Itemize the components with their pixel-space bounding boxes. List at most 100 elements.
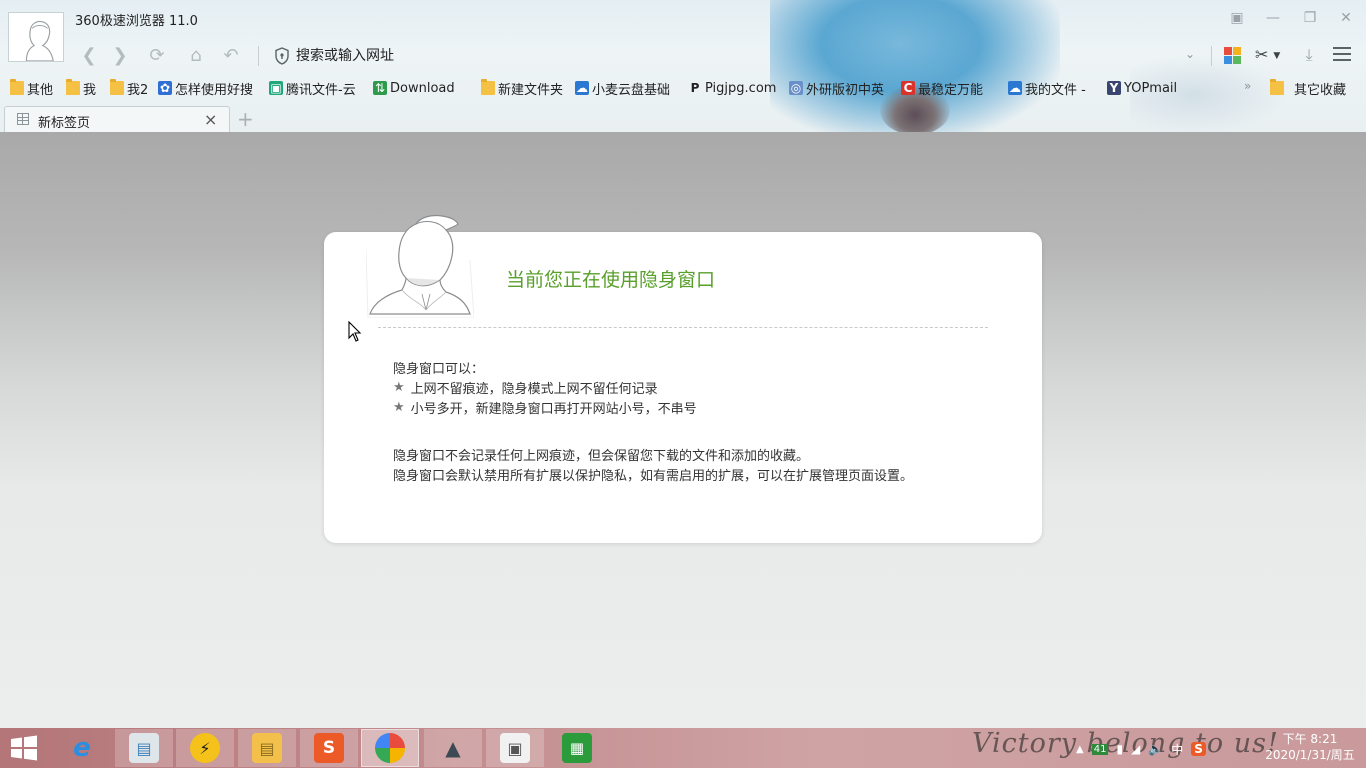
- shield-icon[interactable]: [274, 47, 290, 65]
- taskbar-app-internet-explorer[interactable]: e: [53, 729, 111, 767]
- menu-icon[interactable]: [1333, 47, 1351, 63]
- bookmark-item[interactable]: ◎ 外研版初中英: [789, 77, 884, 99]
- folder-icon: [481, 79, 495, 95]
- new-tab-plus-icon[interactable]: +: [237, 107, 254, 131]
- p-letter-icon: P: [690, 81, 700, 95]
- taskbar-app-360-browser[interactable]: [361, 729, 419, 767]
- battery-icon[interactable]: ▮: [1116, 742, 1123, 756]
- bookmark-item[interactable]: 我2: [110, 77, 148, 99]
- taskbar-app-file-explorer[interactable]: ▤: [238, 729, 296, 767]
- volume-icon[interactable]: 🔈: [1148, 742, 1163, 756]
- taskbar-app-mountain[interactable]: ▲: [424, 729, 482, 767]
- user-avatar[interactable]: [8, 12, 64, 62]
- feature-item: ★ 小号多开，新建隐身窗口再打开网站小号，不串号: [393, 398, 697, 417]
- yopmail-icon: Y: [1107, 81, 1121, 95]
- window-title: 360极速浏览器 11.0: [75, 14, 198, 29]
- bookmark-label: 我: [83, 82, 97, 98]
- sogou-s-icon: S: [314, 733, 344, 763]
- bookmark-item[interactable]: 新建文件夹: [481, 77, 563, 99]
- back-arrow-icon[interactable]: ❮: [78, 45, 100, 67]
- download-icon[interactable]: ⤓: [1299, 45, 1319, 65]
- taskbar-app-resource-monitor[interactable]: ▤: [115, 729, 173, 767]
- browser-chrome: 360极速浏览器 11.0 ▣ — ❐ ✕ ❮ ❯ ⟳ ⌂ ↶ ⌄ ✂▼ ⤓ 其…: [0, 0, 1366, 132]
- bookmark-label: 怎样使用好搜: [175, 82, 254, 98]
- minimize-button[interactable]: —: [1265, 10, 1281, 26]
- undo-close-icon[interactable]: ↶: [220, 45, 242, 67]
- tab-new-tab[interactable]: 新标签页 ×: [4, 106, 230, 132]
- bookmarks-bar: 其他 我 我2 ✿ 怎样使用好搜 ▣ 腾讯文件-云 ⇅ Download 新建文…: [0, 77, 1366, 99]
- grid-icon: [17, 113, 29, 125]
- bookmark-item[interactable]: ▣ 腾讯文件-云: [269, 77, 356, 99]
- forward-arrow-icon[interactable]: ❯: [109, 45, 131, 67]
- extensions-note: 隐身窗口会默认禁用所有扩展以保护隐私，如有需启用的扩展，可以在扩展管理页面设置。: [393, 469, 914, 484]
- monitor-chart-icon: ▤: [129, 733, 159, 763]
- download-site-icon: ⇅: [373, 81, 387, 95]
- bookmark-item[interactable]: P Pigjpg.com: [688, 77, 777, 99]
- folder-icon: [66, 79, 80, 95]
- tab-close-icon[interactable]: ×: [204, 110, 217, 129]
- ime-indicator[interactable]: 中: [1171, 741, 1183, 758]
- bookmark-label: 腾讯文件-云: [286, 82, 356, 98]
- bookmark-label: YOPmail: [1124, 80, 1178, 96]
- cloud-icon: ☁: [1008, 81, 1022, 95]
- bookmark-label: 小麦云盘基础: [592, 82, 671, 98]
- bookmark-label: 其他: [27, 82, 54, 98]
- dashed-divider: [378, 327, 988, 328]
- bookmark-item[interactable]: ⇅ Download: [373, 77, 455, 99]
- tab-label: 新标签页: [38, 116, 91, 131]
- feature-item: ★ 上网不留痕迹，隐身模式上网不留任何记录: [393, 378, 658, 397]
- taskbar-app-speed[interactable]: ⚡: [176, 729, 234, 767]
- incognito-page: 当前您正在使用隐身窗口 隐身窗口可以： ★ 上网不留痕迹，隐身模式上网不留任何记…: [0, 132, 1366, 728]
- bookmark-label: Pigjpg.com: [705, 80, 777, 96]
- bookmark-item[interactable]: 其他: [10, 77, 53, 99]
- sogou-tray-icon[interactable]: S: [1191, 742, 1206, 756]
- skin-shirt-icon[interactable]: ▣: [1229, 10, 1245, 26]
- screenshot-scissors-icon[interactable]: ✂ ▼: [1255, 45, 1289, 65]
- folder-icon: [1270, 79, 1284, 95]
- address-bar-input[interactable]: [296, 45, 1176, 67]
- tray-overflow-chevron-icon[interactable]: ▲: [1076, 744, 1084, 755]
- features-heading: 隐身窗口可以：: [393, 362, 485, 377]
- bookmark-label: Download: [390, 80, 455, 96]
- lightning-icon: ⚡: [190, 733, 220, 763]
- taskbar-app-remote-desktop[interactable]: ▣: [486, 729, 544, 767]
- bookmarks-overflow-chevron-icon[interactable]: »: [1244, 79, 1251, 93]
- folder-icon: [110, 79, 124, 95]
- close-button[interactable]: ✕: [1338, 10, 1354, 26]
- bookmark-item[interactable]: ☁ 我的文件 -: [1008, 77, 1086, 99]
- windows-start-icon[interactable]: [8, 735, 40, 761]
- tray-badge[interactable]: 41: [1091, 743, 1109, 755]
- bookmark-label: 最稳定万能: [918, 82, 984, 98]
- bookmark-item[interactable]: ☁ 小麦云盘基础: [575, 77, 670, 99]
- taskbar-clock[interactable]: 下午 8:21 2020/1/31/周五: [1258, 731, 1362, 763]
- bookmark-item[interactable]: Y YOPmail: [1107, 77, 1177, 99]
- mouse-pointer-icon: [348, 321, 362, 342]
- other-bookmarks[interactable]: 其它收藏: [1270, 77, 1346, 99]
- maximize-button[interactable]: ❐: [1302, 10, 1318, 26]
- tencent-doc-icon: ▣: [269, 81, 283, 95]
- ie-icon: e: [73, 733, 91, 763]
- bookmark-item[interactable]: 我: [66, 77, 96, 99]
- taskbar-app-green[interactable]: ▦: [548, 729, 606, 767]
- star-icon: ★: [393, 380, 405, 395]
- incognito-card: 当前您正在使用隐身窗口 隐身窗口可以： ★ 上网不留痕迹，隐身模式上网不留任何记…: [324, 214, 1042, 543]
- bookmark-label: 新建文件夹: [498, 82, 564, 98]
- chevron-down-icon[interactable]: ⌄: [1182, 47, 1198, 63]
- feature-text: 小号多开，新建隐身窗口再打开网站小号，不串号: [410, 402, 697, 417]
- c-logo-icon: C: [901, 81, 915, 95]
- home-icon[interactable]: ⌂: [185, 45, 207, 67]
- app-center-icon[interactable]: [1224, 47, 1241, 64]
- star-icon: ★: [393, 400, 405, 415]
- bookmark-label: 外研版初中英: [806, 82, 885, 98]
- bookmark-item[interactable]: C 最稳定万能: [901, 77, 983, 99]
- bookmark-item[interactable]: ✿ 怎样使用好搜: [158, 77, 253, 99]
- system-tray: ▲ 41 ▮ ◢ 🔈 中 S: [1076, 736, 1214, 762]
- refresh-icon[interactable]: ⟳: [146, 45, 168, 67]
- taskbar-app-sogou[interactable]: S: [300, 729, 358, 767]
- screen-icon: ▣: [500, 733, 530, 763]
- feature-text: 上网不留痕迹，隐身模式上网不留任何记录: [410, 382, 658, 397]
- folder-icon: ▤: [252, 733, 282, 763]
- green-film-icon: ▦: [562, 733, 592, 763]
- toolbar-divider: [258, 46, 259, 66]
- network-signal-icon[interactable]: ◢: [1131, 742, 1140, 756]
